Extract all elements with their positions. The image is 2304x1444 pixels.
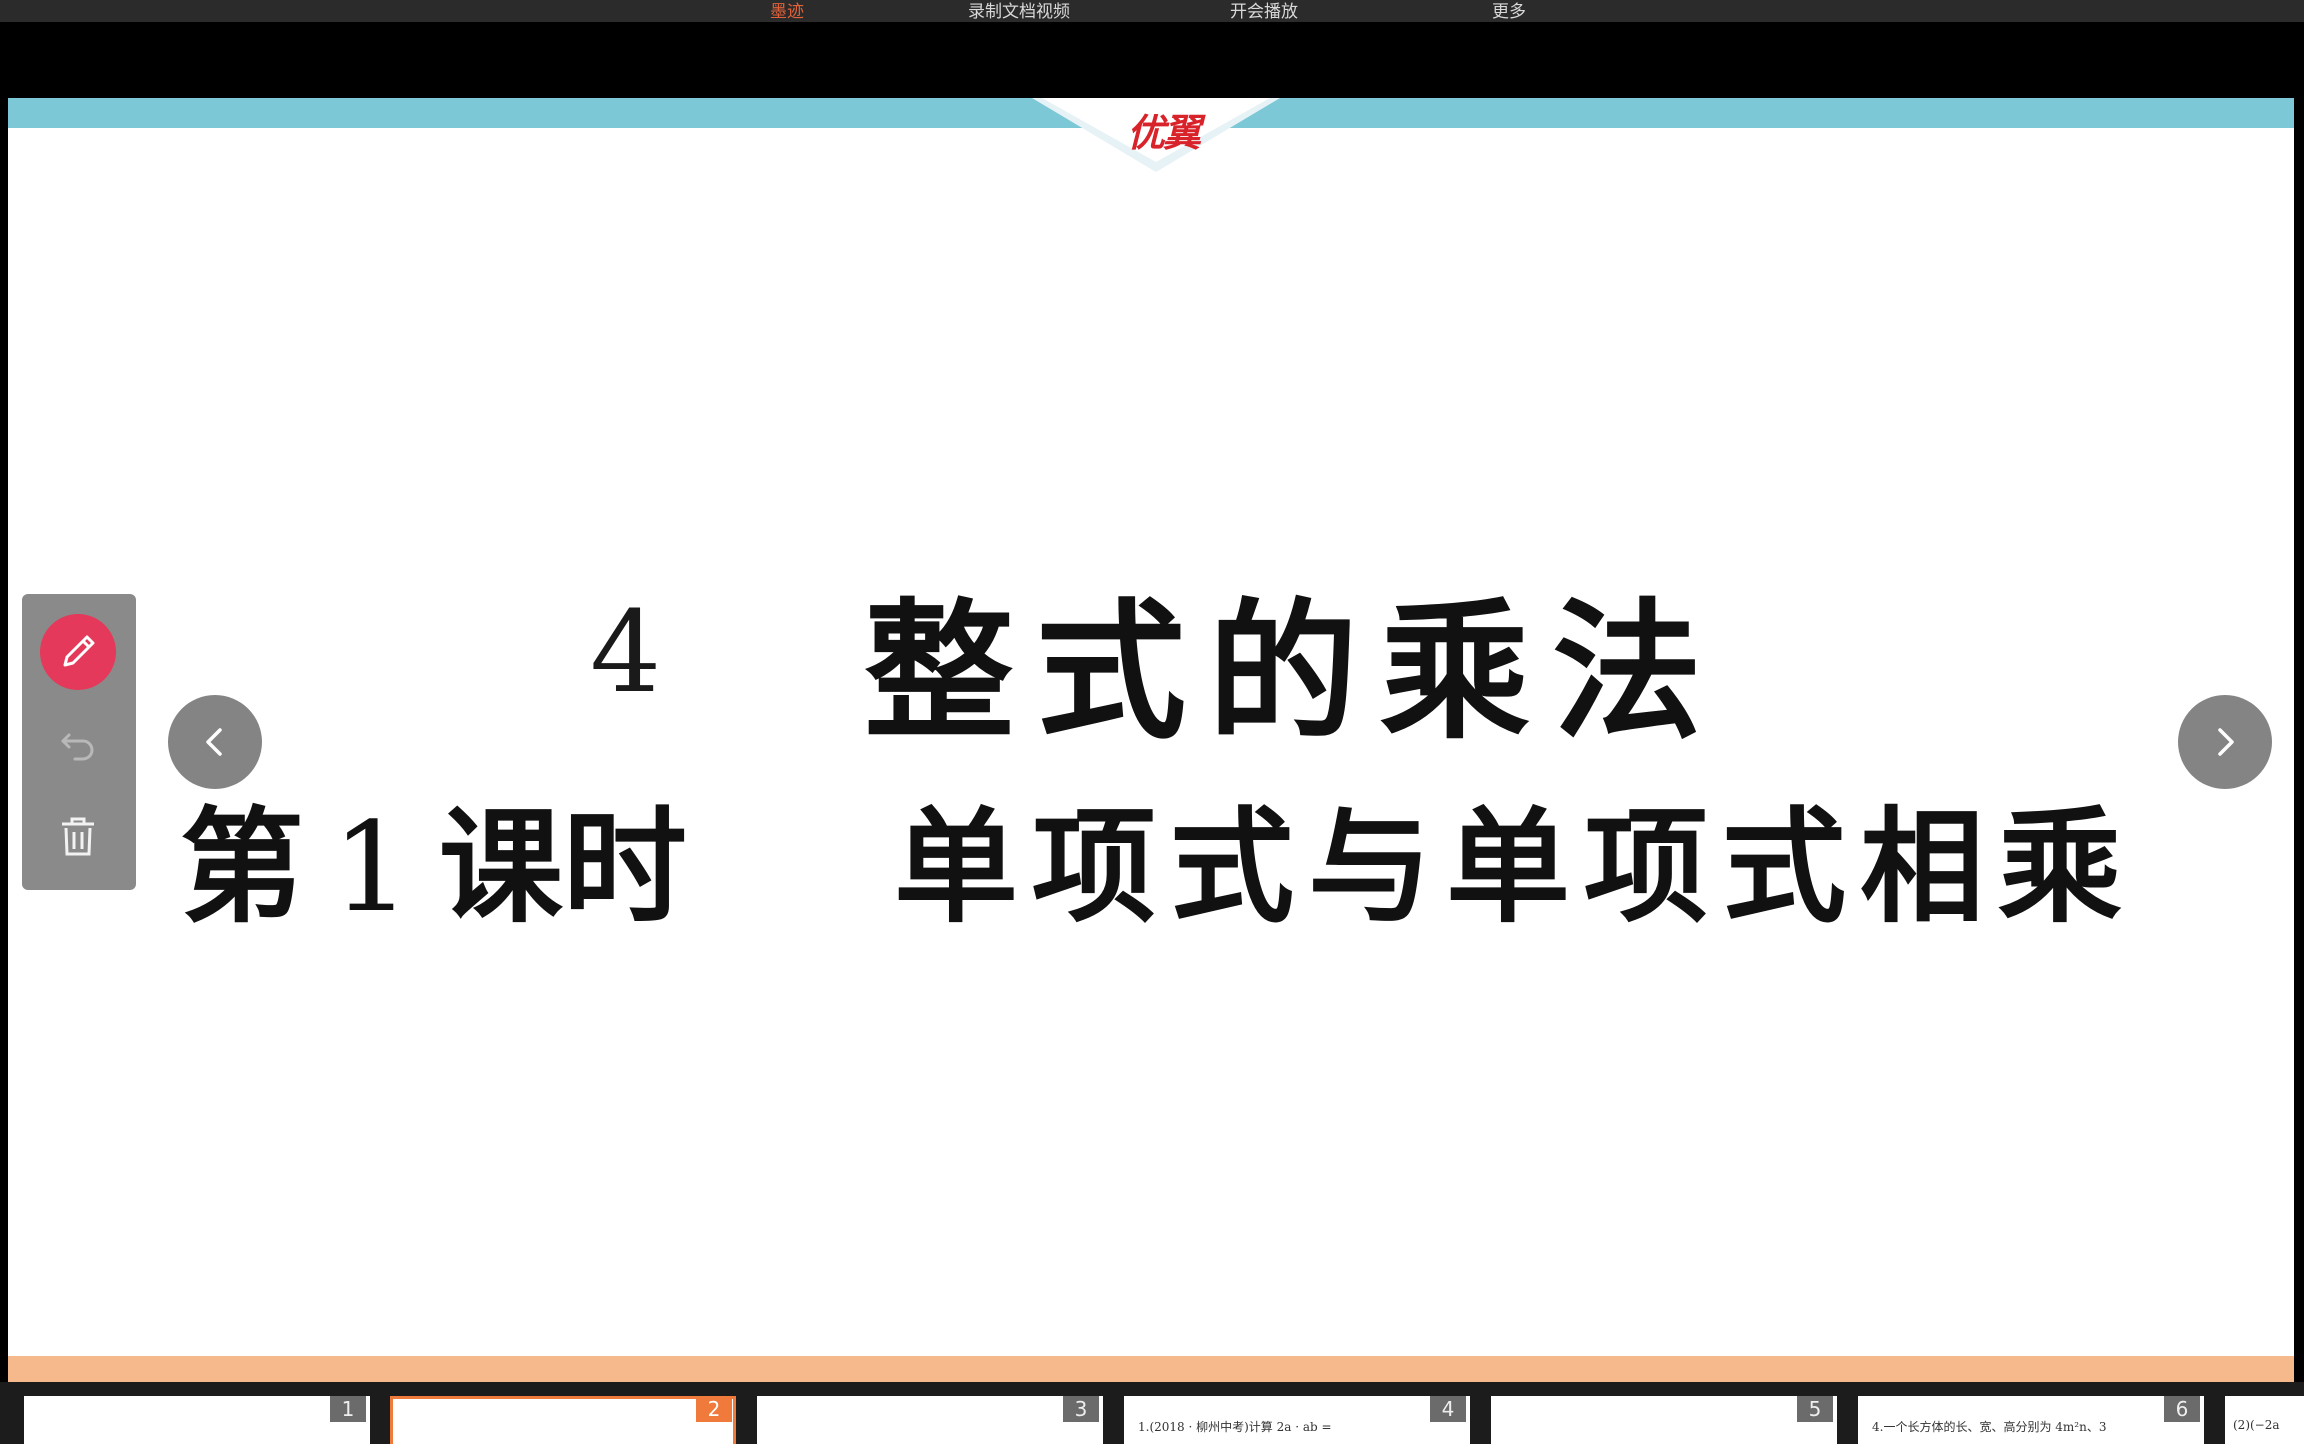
chevron-left-icon <box>206 728 222 756</box>
slide-thumbnail[interactable]: 1 <box>24 1396 370 1444</box>
slide-bottom-stripe <box>8 1356 2294 1382</box>
slide-title: 整式的乘法 <box>864 586 1725 760</box>
pen-tool-button[interactable] <box>40 614 116 690</box>
thumbnail-number: 1 <box>330 1396 366 1422</box>
slide-subtitle: 单项式与单项式相乘 <box>894 796 2137 940</box>
prev-slide-button[interactable] <box>168 695 262 789</box>
clear-button[interactable] <box>40 798 116 874</box>
lesson-number: 4 <box>590 588 662 718</box>
slide-thumbnail[interactable]: 4.一个长方体的长、宽、高分别为 4m²n、3 6 <box>1858 1396 2204 1444</box>
top-menu-bar: 墨迹 录制文档视频 开会播放 更多 <box>0 0 2304 22</box>
publisher-logo: 优翼 <box>1126 111 1201 155</box>
lesson-period: 第 1 课时 <box>180 796 687 940</box>
thumbnail-number: 4 <box>1430 1396 1466 1422</box>
slide-thumbnail-strip: 1 2 3 1.(2018 · 柳州中考)计算 2a · ab = 4 5 4.… <box>0 1382 2304 1444</box>
thumbnail-number: 2 <box>696 1396 732 1422</box>
slide-thumbnail[interactable]: 1.(2018 · 柳州中考)计算 2a · ab = 4 <box>1124 1396 1470 1444</box>
slide-thumbnail-selected[interactable]: 2 <box>390 1396 736 1444</box>
annotation-tool-panel <box>22 594 136 890</box>
slide-subtitle-row: 第 1 课时 单项式与单项式相乘 <box>8 798 2294 938</box>
slide-thumbnail[interactable]: 5 <box>1491 1396 1837 1444</box>
undo-button[interactable] <box>40 706 116 782</box>
thumbnail-number: 3 <box>1063 1396 1099 1422</box>
slide-thumbnail[interactable]: 3 <box>757 1396 1103 1444</box>
menu-ink[interactable]: 墨迹 <box>770 0 804 22</box>
menu-more[interactable]: 更多 <box>1492 0 1526 22</box>
next-slide-button[interactable] <box>2178 695 2272 789</box>
pen-icon <box>63 635 95 667</box>
menu-record-video[interactable]: 录制文档视频 <box>968 0 1070 22</box>
slide-canvas: 优翼 4 整式的乘法 第 1 课时 单项式与单项式相乘 <box>8 98 2294 1382</box>
chevron-right-icon <box>2218 728 2234 756</box>
slide-thumbnail[interactable]: (2)(−2a <box>2225 1396 2304 1444</box>
undo-icon <box>61 733 94 761</box>
thumbnail-number: 6 <box>2164 1396 2200 1422</box>
trash-icon <box>62 817 94 856</box>
thumbnail-number: 5 <box>1797 1396 1833 1422</box>
menu-meeting-play[interactable]: 开会播放 <box>1230 0 1298 22</box>
slide-title-row: 4 整式的乘法 <box>8 588 2294 758</box>
